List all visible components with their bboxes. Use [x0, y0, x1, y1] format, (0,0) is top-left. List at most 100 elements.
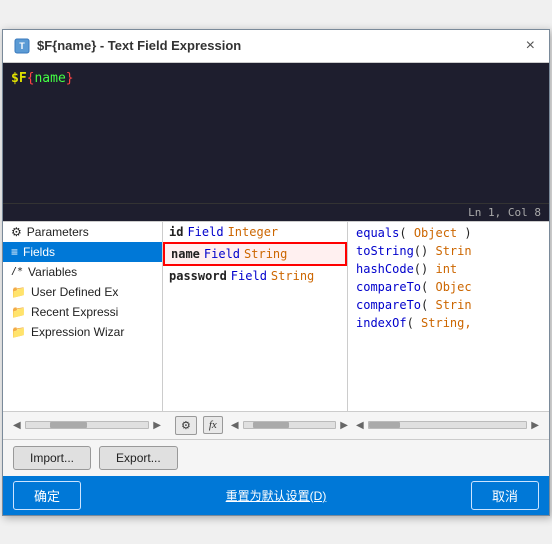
main-window: T $F{name} - Text Field Expression × $F{…	[2, 29, 550, 516]
method-equals[interactable]: equals( Object )	[352, 224, 545, 242]
dollar-sign: $F	[11, 71, 27, 86]
method-equals-paren2: )	[457, 226, 471, 240]
field-row-id[interactable]: id Field Integer	[163, 222, 347, 242]
right-scrollbar[interactable]: ◀ ▶	[354, 420, 541, 431]
right-scrollbar-thumb	[369, 422, 401, 428]
field-password-name: password	[169, 269, 227, 283]
expression-editor[interactable]: $F{name}	[3, 63, 549, 203]
field-password-keyword: Field	[231, 269, 267, 283]
middle-panel: id Field Integer name Field String passw…	[163, 222, 348, 411]
method-compareto2-param: Strin	[435, 298, 471, 312]
title-bar-left: T $F{name} - Text Field Expression	[13, 37, 241, 55]
user-defined-label: User Defined Ex	[31, 285, 118, 299]
method-equals-name: equals	[356, 226, 399, 240]
left-scrollbar-track[interactable]	[25, 421, 150, 429]
left-scrollbar[interactable]: ◀ ▶	[11, 420, 163, 431]
left-toolbar: ◀ ▶	[11, 420, 163, 431]
field-id-type: Integer	[228, 225, 279, 239]
field-row-password[interactable]: password Field String	[163, 266, 347, 286]
right-scrollbar-track[interactable]	[368, 421, 528, 429]
right-scroll-left[interactable]: ◀	[354, 420, 366, 431]
method-tostring-paren: ()	[414, 244, 436, 258]
scroll-right-arrow[interactable]: ▶	[151, 420, 163, 431]
method-indexof-paren: (	[407, 316, 421, 330]
toolbar-gear-btn[interactable]: ⚙	[175, 416, 197, 435]
middle-scrollbar-thumb	[253, 422, 290, 428]
scroll-left-arrow[interactable]: ◀	[11, 420, 23, 431]
field-id-name: id	[169, 225, 183, 239]
variables-label: Variables	[28, 265, 77, 279]
sidebar-item-recent[interactable]: 📁 Recent Expressi	[3, 302, 162, 322]
method-compareto1-paren: (	[421, 280, 435, 294]
editor-line-1: $F{name}	[11, 69, 541, 90]
method-compareto1-name: compareTo	[356, 280, 421, 294]
bottom-bar: 确定 重置为默认设置(D) 取消	[3, 476, 549, 515]
window-icon: T	[13, 37, 31, 55]
user-defined-icon: 📁	[11, 285, 26, 299]
method-hashcode-paren: ()	[414, 262, 436, 276]
close-button[interactable]: ×	[522, 36, 539, 56]
field-name-token: name	[34, 71, 65, 86]
import-button[interactable]: Import...	[13, 446, 91, 470]
middle-scrollbar[interactable]: ◀ ▶	[229, 420, 350, 431]
middle-scrollbar-track[interactable]	[243, 421, 337, 429]
sidebar-item-fields[interactable]: ≡ Fields	[3, 242, 162, 262]
window-title: $F{name} - Text Field Expression	[37, 38, 241, 53]
field-id-keyword: Field	[187, 225, 223, 239]
field-name-keyword: Field	[204, 247, 240, 261]
sidebar-item-wizard[interactable]: 📁 Expression Wizar	[3, 322, 162, 342]
right-scroll-right[interactable]: ▶	[529, 420, 541, 431]
middle-toolbar: ⚙ fx ◀ ▶	[167, 416, 350, 435]
field-name-type: String	[244, 247, 287, 261]
method-compareto2[interactable]: compareTo( Strin	[352, 296, 545, 314]
wizard-label: Expression Wizar	[31, 325, 124, 339]
left-panel: ⚙ Parameters ≡ Fields /* Variables 📁 Use…	[3, 222, 163, 411]
brace-close: }	[66, 71, 74, 86]
fields-label: Fields	[23, 245, 55, 259]
left-scrollbar-thumb	[50, 422, 87, 428]
field-password-type: String	[271, 269, 314, 283]
cursor-position: Ln 1, Col 8	[468, 206, 541, 219]
variables-icon: /*	[11, 266, 23, 277]
method-tostring-name: toString	[356, 244, 414, 258]
status-bar: Ln 1, Col 8	[3, 203, 549, 221]
cancel-button[interactable]: 取消	[471, 481, 539, 510]
right-toolbar: ◀ ▶	[354, 420, 541, 431]
recent-icon: 📁	[11, 305, 26, 319]
method-tostring[interactable]: toString() Strin	[352, 242, 545, 260]
toolbar-fx-btn[interactable]: fx	[203, 416, 223, 434]
method-hashcode-return: int	[435, 262, 457, 276]
reset-link[interactable]: 重置为默认设置(D)	[89, 487, 463, 504]
title-bar: T $F{name} - Text Field Expression ×	[3, 30, 549, 63]
method-equals-param: Object	[414, 226, 457, 240]
method-indexof-param: String,	[421, 316, 472, 330]
method-compareto1[interactable]: compareTo( Objec	[352, 278, 545, 296]
export-button[interactable]: Export...	[99, 446, 178, 470]
sidebar-item-user-defined[interactable]: 📁 User Defined Ex	[3, 282, 162, 302]
panels-row: ⚙ Parameters ≡ Fields /* Variables 📁 Use…	[3, 221, 549, 411]
parameters-icon: ⚙	[11, 225, 22, 239]
method-equals-paren: (	[399, 226, 413, 240]
field-row-name[interactable]: name Field String	[163, 242, 347, 266]
action-buttons-row: Import... Export...	[3, 439, 549, 476]
method-compareto2-paren: (	[421, 298, 435, 312]
toolbar-row: ◀ ▶ ⚙ fx ◀ ▶ ◀	[3, 411, 549, 439]
method-indexof[interactable]: indexOf( String,	[352, 314, 545, 332]
right-panel: equals( Object ) toString() Strin hashCo…	[348, 222, 549, 411]
sidebar-item-variables[interactable]: /* Variables	[3, 262, 162, 282]
parameters-label: Parameters	[27, 225, 89, 239]
method-hashcode-name: hashCode	[356, 262, 414, 276]
wizard-icon: 📁	[11, 325, 26, 339]
sidebar-item-parameters[interactable]: ⚙ Parameters	[3, 222, 162, 242]
method-tostring-return: Strin	[435, 244, 471, 258]
method-indexof-name: indexOf	[356, 316, 407, 330]
middle-scroll-left[interactable]: ◀	[229, 420, 241, 431]
method-hashcode[interactable]: hashCode() int	[352, 260, 545, 278]
fields-icon: ≡	[11, 245, 18, 259]
confirm-button[interactable]: 确定	[13, 481, 81, 510]
middle-scroll-right[interactable]: ▶	[338, 420, 350, 431]
method-compareto2-name: compareTo	[356, 298, 421, 312]
recent-label: Recent Expressi	[31, 305, 118, 319]
svg-text:T: T	[19, 41, 25, 51]
field-name-name: name	[171, 247, 200, 261]
